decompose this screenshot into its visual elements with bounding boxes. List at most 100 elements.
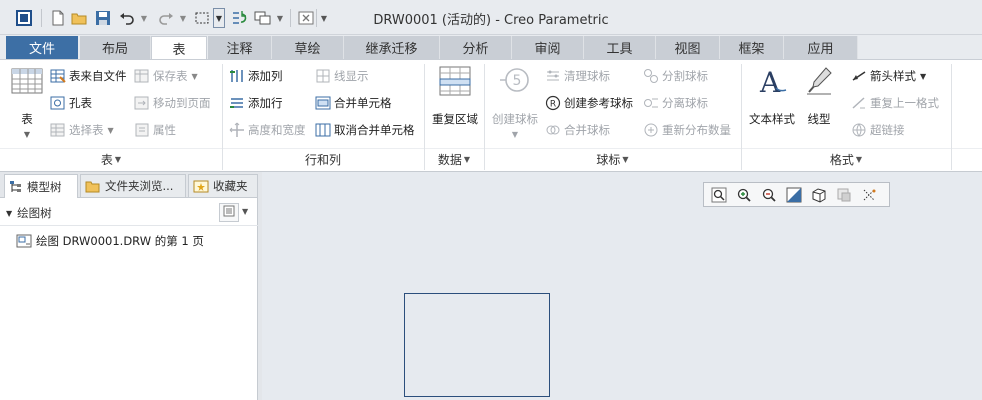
detach-balloons-button[interactable]: 分离球标: [643, 93, 708, 113]
arrow-style-icon: [851, 68, 867, 84]
repaint-icon[interactable]: [783, 185, 805, 205]
merge-balloons-button[interactable]: 合并球标: [545, 120, 610, 140]
redistribute-icon: [643, 122, 659, 138]
tab-file[interactable]: 文件: [6, 36, 78, 59]
datum-display-icon[interactable]: [858, 185, 880, 205]
navigator-panel: ▼ 绘图树 ▼ 绘图 DRW0001.DRW 的第 1 页: [0, 198, 258, 400]
table-dropdown-icon: ▼: [23, 130, 31, 139]
tab-legacy-migration[interactable]: 继承迁移: [344, 36, 440, 59]
balloon-group-label[interactable]: 球标 ▼: [484, 150, 741, 168]
zoom-in-icon[interactable]: [733, 185, 755, 205]
drawing-tree-header: ▼ 绘图树 ▼: [0, 198, 258, 226]
hole-table-button[interactable]: 孔表: [50, 93, 92, 113]
svg-text:A: A: [759, 66, 781, 96]
tab-table[interactable]: 表: [151, 36, 207, 60]
repeat-region-icon: [439, 66, 471, 99]
line-display-icon: [315, 68, 331, 84]
rows-columns-group-label: 行和列: [304, 152, 341, 167]
repeat-last-format-button[interactable]: 重复上一格式: [851, 93, 939, 113]
navigator-tabs: 模型树 文件夹浏览... 收藏夹: [0, 172, 262, 198]
split-balloons-icon: [643, 68, 659, 84]
zoom-out-icon[interactable]: [758, 185, 780, 205]
unmerge-cells-button[interactable]: 取消合并单元格: [315, 120, 415, 140]
display-style-icon[interactable]: [808, 185, 830, 205]
tree-settings-button[interactable]: [219, 203, 239, 222]
table-grid-icon: [11, 68, 43, 97]
unmerge-cells-icon: [315, 122, 331, 138]
select-table-dropdown-icon: ▼: [107, 125, 114, 135]
select-table-button[interactable]: 选择表 ▼: [50, 120, 114, 140]
height-width-button[interactable]: 高度和宽度: [229, 120, 306, 140]
tab-view[interactable]: 视图: [656, 36, 720, 59]
tab-frame[interactable]: 框架: [720, 36, 784, 59]
detach-balloons-icon: [643, 95, 659, 111]
tab-folder-browser[interactable]: 文件夹浏览...: [80, 174, 186, 197]
format-group-label[interactable]: 格式 ▼: [741, 150, 951, 168]
merge-cells-icon: [315, 95, 331, 111]
text-style-icon: A: [756, 66, 788, 99]
drawing-tree-title[interactable]: ▼ 绘图树: [6, 205, 52, 221]
add-column-icon: [229, 68, 245, 84]
tab-tools[interactable]: 工具: [584, 36, 656, 59]
balloon-icon: 5: [499, 66, 531, 99]
chevron-down-icon: ▼: [114, 154, 122, 164]
refit-icon[interactable]: [708, 185, 730, 205]
data-group-label[interactable]: 数据 ▼: [424, 150, 484, 168]
drawing-sheet-border[interactable]: [404, 293, 550, 397]
tree-settings-dropdown-icon[interactable]: ▼: [242, 207, 248, 216]
merge-cells-button[interactable]: 合并单元格: [315, 93, 392, 113]
svg-text:R: R: [550, 100, 556, 110]
repeat-format-icon: [851, 95, 867, 111]
add-row-icon: [229, 95, 245, 111]
text-style-button[interactable]: A 文本样式: [746, 66, 798, 127]
clean-balloons-button[interactable]: 清理球标: [545, 66, 610, 86]
save-table-icon: [134, 68, 150, 84]
hidden-toggle-icon[interactable]: [833, 185, 855, 205]
select-table-icon: [50, 122, 66, 138]
model-tree-icon: [9, 180, 23, 194]
create-balloon-dropdown-icon: ▼: [511, 130, 519, 139]
tab-favorites[interactable]: 收藏夹: [188, 174, 258, 197]
group-separator: [951, 64, 952, 170]
add-row-button[interactable]: 添加行: [229, 93, 283, 113]
arrow-style-dropdown-icon: ▼: [920, 71, 927, 81]
table-group-label[interactable]: 表 ▼: [0, 150, 222, 168]
table-button-label: 表: [21, 112, 33, 126]
tab-annotate[interactable]: 注释: [208, 36, 272, 59]
arrow-style-button[interactable]: 箭头样式 ▼: [851, 66, 926, 86]
line-style-button[interactable]: 线型: [801, 66, 837, 127]
line-style-icon: [804, 66, 834, 99]
table-from-file-button[interactable]: 表来自文件: [50, 66, 127, 86]
hyperlink-button[interactable]: 超链接: [851, 120, 905, 140]
tab-layout[interactable]: 布局: [80, 36, 151, 59]
svg-text:5: 5: [513, 73, 522, 89]
folder-icon: [85, 179, 101, 193]
tab-review[interactable]: 审阅: [512, 36, 584, 59]
clean-balloons-icon: [545, 68, 561, 84]
properties-button[interactable]: 属性: [134, 120, 176, 140]
create-ref-balloon-button[interactable]: R 创建参考球标: [545, 93, 633, 113]
graphics-canvas[interactable]: [262, 172, 982, 400]
title-bar: ▼ ▼ ▼ ▼ ▼ DRW0001 (活动的) - Creo Parametri…: [0, 0, 982, 35]
tab-sketch[interactable]: 草绘: [272, 36, 344, 59]
table-file-icon: [50, 68, 66, 84]
split-balloons-button[interactable]: 分割球标: [643, 66, 708, 86]
tree-item[interactable]: 绘图 DRW0001.DRW 的第 1 页: [16, 232, 204, 250]
table-button[interactable]: 表 ▼: [8, 68, 46, 139]
chevron-down-icon: ▼: [855, 154, 863, 164]
add-column-button[interactable]: 添加列: [229, 66, 283, 86]
line-display-button[interactable]: 线显示: [315, 66, 369, 86]
tab-analysis[interactable]: 分析: [440, 36, 512, 59]
tab-applications[interactable]: 应用: [784, 36, 858, 59]
chevron-down-icon: ▼: [622, 154, 629, 164]
tab-model-tree[interactable]: 模型树: [4, 174, 78, 198]
move-to-page-button[interactable]: 移动到页面: [134, 93, 211, 113]
merge-balloons-icon: [545, 122, 561, 138]
favorites-icon: [193, 179, 209, 193]
move-to-page-icon: [134, 95, 150, 111]
repeat-region-button[interactable]: 重复区域: [428, 66, 482, 127]
ribbon-tabs: 文件 布局 表 注释 草绘 继承迁移 分析 审阅 工具 视图 框架 应用: [0, 35, 982, 60]
redistribute-qty-button[interactable]: 重新分布数量: [643, 120, 731, 140]
save-table-button[interactable]: 保存表 ▼: [134, 66, 198, 86]
create-balloon-button[interactable]: 5 创建球标 ▼: [489, 66, 541, 139]
